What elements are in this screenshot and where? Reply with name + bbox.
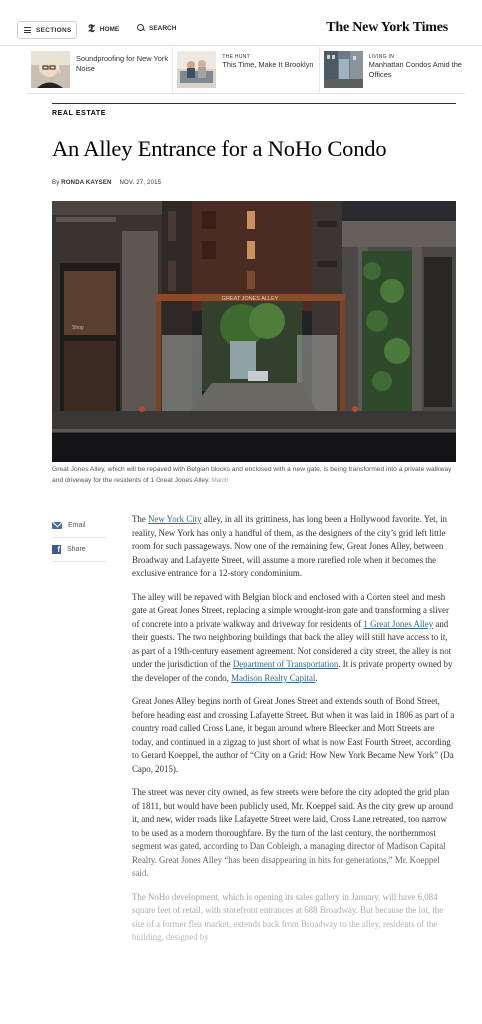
related-item[interactable]: Soundproofing for New York Noise: [27, 47, 174, 93]
search-link[interactable]: SEARCH: [137, 24, 176, 32]
paragraph: The street was never city owned, as few …: [132, 787, 454, 878]
share-tools: Email f Share: [52, 516, 106, 562]
share-label: Share: [67, 546, 86, 553]
author-name[interactable]: RONDA KAYSEN: [61, 180, 111, 186]
facebook-share-button[interactable]: f Share: [52, 538, 106, 562]
sections-label: SECTIONS: [36, 26, 72, 34]
alley-sign: GREAT JONES ALLEY: [222, 296, 279, 302]
envelope-icon: [52, 522, 62, 529]
paragraph: The New York City alley, in all its grit…: [132, 514, 447, 578]
masthead: SECTIONS 𝕿 HOME SEARCH The New York Time…: [0, 0, 482, 46]
related-item[interactable]: LIVING IN Manhattan Condos Amid the Offi…: [320, 47, 465, 93]
search-label: SEARCH: [149, 24, 177, 32]
nyt-t-icon: 𝕿: [88, 23, 95, 35]
related-item[interactable]: THE HUNT This Time, Make It Brooklyn: [173, 47, 320, 93]
paragraph: The NoHo development, which is opening i…: [132, 891, 444, 943]
email-share-button[interactable]: Email: [52, 516, 106, 538]
section-kicker[interactable]: REAL ESTATE: [52, 110, 106, 117]
link-1-great-jones-alley[interactable]: 1 Great Jones Alley: [363, 619, 433, 629]
search-icon: [137, 24, 145, 32]
street-scene-thumbnail: [323, 51, 363, 88]
byline: By RONDA KAYSEN NOV. 27, 2015: [52, 180, 161, 186]
facebook-icon: f: [52, 545, 61, 554]
photo-credit: March: [211, 477, 229, 484]
headline: An Alley Entrance for a NoHo Condo: [52, 136, 387, 161]
hamburger-icon: [24, 27, 31, 33]
home-label: HOME: [99, 26, 120, 33]
paragraph: Great Jones Alley begins north of Great …: [132, 696, 455, 774]
paragraph: The alley will be repaved with Belgian b…: [132, 591, 453, 683]
woman-portrait-thumbnail: [31, 51, 70, 88]
divider: [52, 103, 456, 104]
photo-caption: Great Jones Alley, which will be repaved…: [52, 465, 458, 486]
link-new-york-city[interactable]: New York City: [148, 514, 202, 524]
related-title[interactable]: Manhattan Condos Amid the Offices: [369, 60, 465, 80]
couple-on-sofa-thumbnail: [177, 51, 217, 88]
email-label: Email: [68, 522, 86, 529]
related-strip: Soundproofing for New York Noise THE HUN…: [27, 47, 465, 94]
sections-button[interactable]: SECTIONS: [17, 21, 77, 39]
lead-photo[interactable]: Shop GREAT JONES ALLEY: [52, 201, 456, 462]
storefront-sign: Shop: [72, 325, 84, 331]
related-title[interactable]: This Time, Make It Brooklyn: [222, 60, 313, 70]
nyt-logo[interactable]: The New York Times: [326, 20, 448, 36]
byline-prefix: By: [52, 180, 60, 186]
caption-text: Great Jones Alley, which will be repaved…: [52, 466, 452, 484]
related-title[interactable]: Soundproofing for New York Noise: [76, 54, 172, 74]
article-body: The New York City alley, in all its grit…: [132, 513, 455, 955]
link-department-of-transportation[interactable]: Department of Transportation: [233, 659, 339, 669]
home-link[interactable]: 𝕿 HOME: [88, 24, 119, 35]
link-madison-realty-capital[interactable]: Madison Realty Capital: [231, 673, 315, 683]
publish-date: NOV. 27, 2015: [119, 180, 162, 186]
